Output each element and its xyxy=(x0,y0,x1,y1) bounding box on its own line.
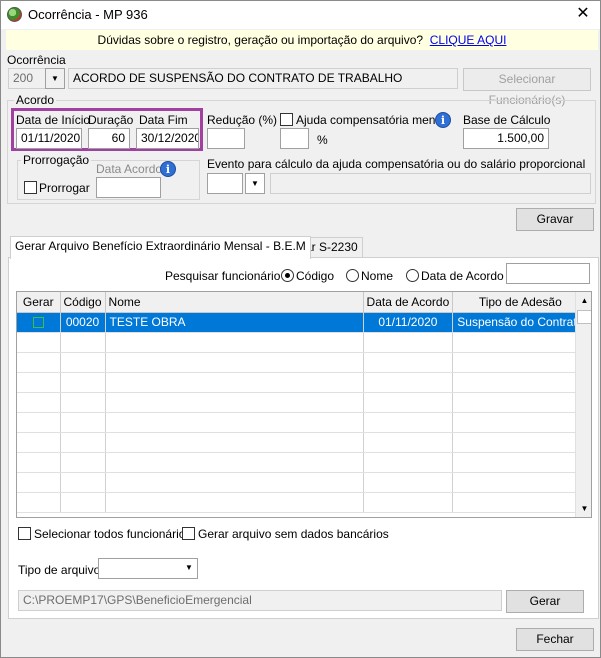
no-bank-data-checkbox[interactable] xyxy=(182,527,195,540)
select-all-label: Selecionar todos funcionários xyxy=(34,527,192,541)
reducao-input[interactable] xyxy=(207,128,245,149)
duracao-input[interactable]: 60 xyxy=(88,128,130,149)
col-tipo-adesao[interactable]: Tipo de Adesão xyxy=(452,292,589,313)
help-link[interactable]: CLIQUE AQUI xyxy=(430,33,507,47)
table-row[interactable]: 00020 TESTE OBRA 01/11/2020 Suspensão do… xyxy=(17,312,589,333)
reducao-label: Redução (%) xyxy=(207,113,278,127)
radio-nome-label: Nome xyxy=(361,269,394,283)
gerar-checkbox[interactable] xyxy=(32,317,44,329)
employee-grid: Gerar Código Nome Data de Acordo Tipo de… xyxy=(16,291,592,518)
select-employees-button[interactable]: Selecionar Funcionário(s) xyxy=(463,68,591,107)
radio-nome[interactable] xyxy=(346,269,359,282)
select-all-checkbox[interactable] xyxy=(18,527,31,540)
duracao-label: Duração xyxy=(88,113,134,127)
gravar-button[interactable]: Gravar xyxy=(516,208,594,231)
codigo-cell: 00020 xyxy=(60,312,106,333)
col-codigo[interactable]: Código xyxy=(60,292,106,313)
table-row[interactable] xyxy=(17,392,589,413)
ajuda-compensatoria-label: Ajuda compensatória mensal xyxy=(296,113,451,127)
prorrogar-label: Prorrogar xyxy=(39,181,90,195)
scroll-up-icon[interactable]: ▲ xyxy=(576,292,591,309)
col-gerar[interactable]: Gerar xyxy=(17,292,61,313)
scroll-down-icon[interactable]: ▼ xyxy=(576,500,591,517)
evento-code-input[interactable] xyxy=(207,173,243,194)
radio-codigo-label: Código xyxy=(296,269,335,283)
search-input[interactable] xyxy=(506,263,590,284)
gerar-button[interactable]: Gerar xyxy=(506,590,584,613)
ocorrencia-label: Ocorrência xyxy=(7,53,66,67)
table-row[interactable] xyxy=(17,492,589,513)
close-icon[interactable]: ✕ xyxy=(571,4,595,24)
tipo-adesao-cell: Suspensão do Contrato xyxy=(452,312,589,333)
grid-header-row: Gerar Código Nome Data de Acordo Tipo de… xyxy=(17,292,589,313)
scroll-thumb[interactable] xyxy=(577,310,591,324)
data-inicio-input[interactable]: 01/11/2020 xyxy=(16,128,82,149)
base-calculo-input[interactable]: 1.500,00 xyxy=(463,128,549,149)
help-bar: Dúvidas sobre o registro, geração ou imp… xyxy=(6,30,598,50)
help-text: Dúvidas sobre o registro, geração ou imp… xyxy=(97,33,424,47)
data-fim-input[interactable]: 30/12/2020 xyxy=(136,128,199,149)
app-icon xyxy=(7,7,22,22)
fechar-button[interactable]: Fechar xyxy=(516,628,594,651)
table-row[interactable] xyxy=(17,432,589,453)
tipo-arquivo-select[interactable] xyxy=(98,558,198,579)
gerar-cell[interactable] xyxy=(17,312,61,333)
ajuda-compensatoria-checkbox[interactable] xyxy=(280,113,293,126)
evento-dropdown-icon[interactable]: ▼ xyxy=(245,173,265,194)
acordo-group-title: Acordo xyxy=(14,93,57,107)
data-inicio-label: Data de Início xyxy=(16,113,91,127)
data-acordo-label: Data Acordo xyxy=(96,162,163,176)
data-acordo-info-icon[interactable]: i xyxy=(160,161,176,177)
data-fim-label: Data Fim xyxy=(139,113,188,127)
prorrogar-checkbox[interactable] xyxy=(24,181,37,194)
percent-sign: % xyxy=(317,133,328,147)
radio-data-acordo[interactable] xyxy=(406,269,419,282)
ocorrencia-code-field[interactable]: 200 xyxy=(8,68,46,89)
ajuda-info-icon[interactable]: i xyxy=(435,112,451,128)
tipo-arquivo-label: Tipo de arquivo xyxy=(18,563,101,577)
grid-scrollbar[interactable]: ▲ ▼ xyxy=(575,292,591,517)
table-row[interactable] xyxy=(17,352,589,373)
dialog-window: Ocorrência - MP 936 ✕ Dúvidas sobre o re… xyxy=(0,0,601,658)
evento-description-field xyxy=(270,173,591,194)
search-label: Pesquisar funcionário xyxy=(165,269,281,283)
ajuda-percent-input[interactable] xyxy=(280,128,309,149)
prorrogacao-group-title: Prorrogação xyxy=(21,153,92,167)
tipo-arquivo-dropdown-icon[interactable]: ▼ xyxy=(185,563,193,572)
base-calculo-label: Base de Cálculo xyxy=(463,113,551,127)
no-bank-data-label: Gerar arquivo sem dados bancários xyxy=(198,527,389,541)
data-acordo-cell: 01/11/2020 xyxy=(363,312,454,333)
table-row[interactable] xyxy=(17,372,589,393)
radio-data-acordo-label: Data de Acordo xyxy=(421,269,504,283)
title-bar: Ocorrência - MP 936 ✕ xyxy=(1,1,600,29)
evento-label: Evento para cálculo da ajuda compensatór… xyxy=(207,157,586,171)
table-row[interactable] xyxy=(17,412,589,433)
tab-bem[interactable]: Gerar Arquivo Benefício Extraordinário M… xyxy=(10,236,311,259)
ocorrencia-description-field: ACORDO DE SUSPENSÃO DO CONTRATO DE TRABA… xyxy=(68,68,458,89)
table-row[interactable] xyxy=(17,332,589,353)
data-acordo-input[interactable] xyxy=(96,177,161,198)
col-nome[interactable]: Nome xyxy=(105,292,364,313)
window-title: Ocorrência - MP 936 xyxy=(28,7,148,22)
output-path-field: C:\PROEMP17\GPS\BeneficioEmergencial xyxy=(18,590,502,611)
col-data-acordo[interactable]: Data de Acordo xyxy=(363,292,454,313)
employee-table: Gerar Código Nome Data de Acordo Tipo de… xyxy=(17,292,589,513)
radio-codigo[interactable] xyxy=(281,269,294,282)
table-row[interactable] xyxy=(17,452,589,473)
ocorrencia-dropdown-icon[interactable]: ▼ xyxy=(45,68,65,89)
table-row[interactable] xyxy=(17,472,589,493)
nome-cell: TESTE OBRA xyxy=(105,312,364,333)
